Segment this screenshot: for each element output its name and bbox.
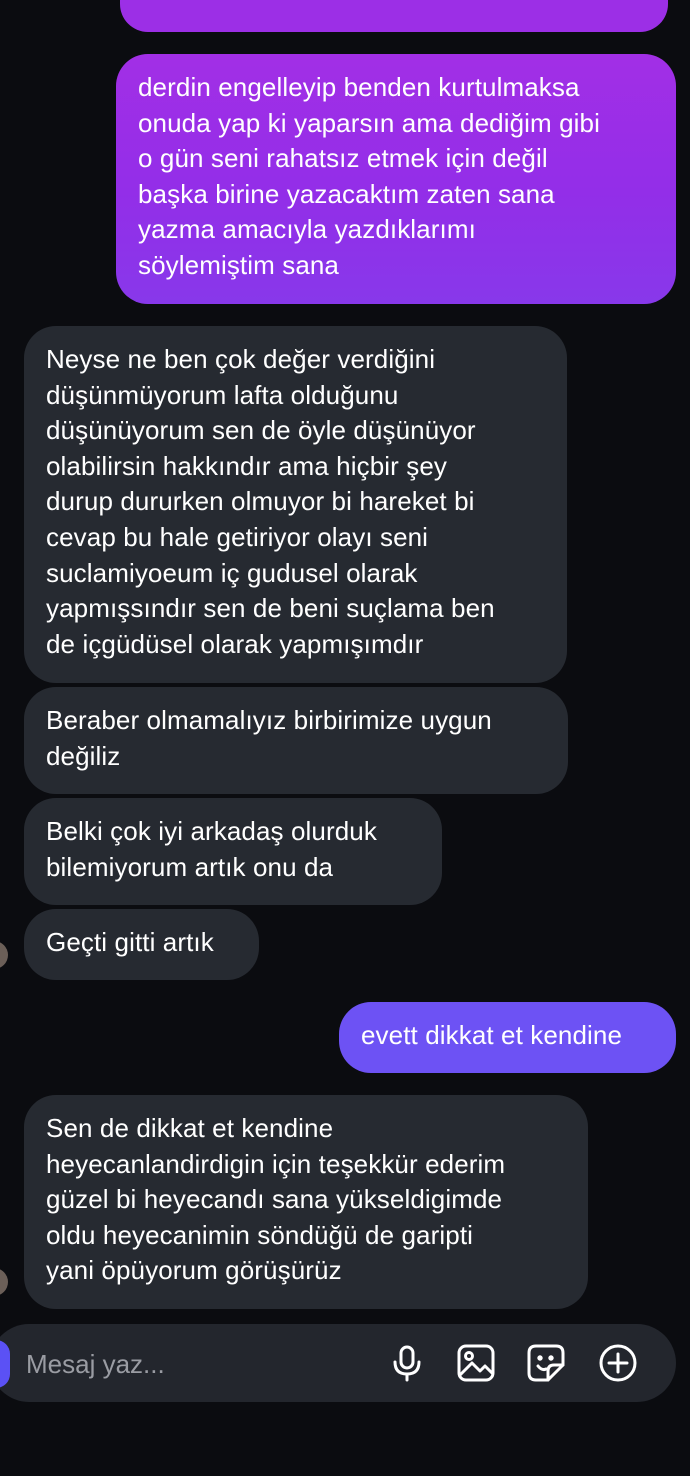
plus-icon[interactable] xyxy=(598,1343,638,1383)
message-bubble-incoming[interactable]: Geçti gitti artık xyxy=(24,909,259,980)
message-bubble-incoming[interactable]: Beraber olmamalıyız birbirimize uygun de… xyxy=(24,687,568,794)
gallery-icon[interactable] xyxy=(456,1343,496,1383)
message-bubble-incoming[interactable]: Belki çok iyi arkadaş olurduk bilemiyoru… xyxy=(24,798,442,905)
microphone-icon[interactable] xyxy=(387,1343,427,1383)
message-bubble-outgoing[interactable]: derdin engelleyip benden kurtulmaksa onu… xyxy=(116,54,676,304)
previous-outgoing-bubble-partial xyxy=(120,0,668,32)
message-bubble-incoming[interactable]: Neyse ne ben çok değer verdiğini düşünmü… xyxy=(24,326,567,683)
sticker-icon[interactable] xyxy=(526,1343,566,1383)
sender-avatar[interactable] xyxy=(0,941,8,969)
message-bubble-incoming[interactable]: Sen de dikkat et kendine heyecanlandirdi… xyxy=(24,1095,588,1309)
message-input[interactable]: Mesaj yaz... xyxy=(26,1347,356,1381)
message-bubble-outgoing[interactable]: evett dikkat et kendine xyxy=(339,1002,676,1073)
sender-avatar[interactable] xyxy=(0,1268,8,1296)
